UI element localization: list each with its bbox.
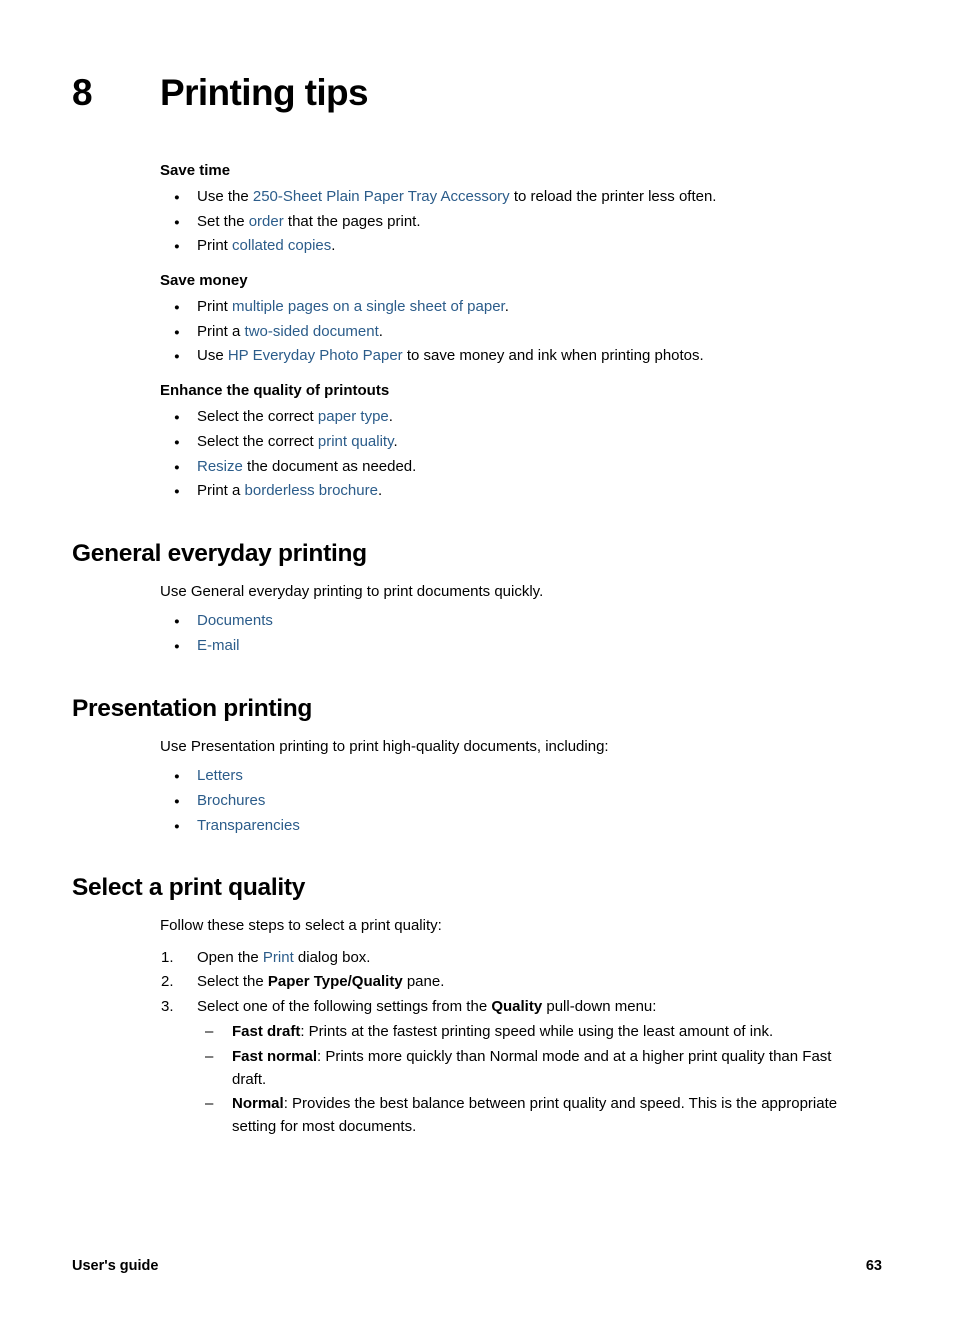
- quality-setting-item: Normal: Provides the best balance betwee…: [0, 1093, 954, 1139]
- step-item: Select one of the following settings fro…: [0, 996, 954, 1019]
- emphasized-term: Paper Type/Quality: [267, 973, 403, 991]
- cross-reference-link[interactable]: E-mail: [197, 637, 240, 654]
- text-fragment: .: [504, 297, 509, 315]
- subheading-save-time: Save time: [160, 162, 231, 179]
- presentation-intro: Use Presentation printing to print high-…: [160, 737, 609, 755]
- list-item: Resize the document as needed.: [0, 456, 954, 479]
- cross-reference-link[interactable]: HP Everyday Photo Paper: [228, 347, 403, 364]
- text-fragment: dialog box.: [293, 948, 371, 966]
- list-item: Print a two-sided document.: [0, 321, 954, 344]
- quality-setting-item: Fast draft: Prints at the fastest printi…: [0, 1021, 954, 1044]
- text-fragment: pull-down menu:: [542, 998, 657, 1016]
- page-footer: User's guide 63: [72, 1258, 882, 1274]
- text-fragment: to reload the printer less often.: [509, 187, 717, 205]
- text-fragment: Print: [197, 297, 233, 315]
- text-fragment: Set the: [197, 212, 249, 230]
- subheading-save-money: Save money: [160, 272, 248, 290]
- text-fragment: to save money and ink when printing phot…: [402, 347, 704, 365]
- text-fragment: Select one of the following settings fro…: [197, 998, 492, 1016]
- quality-setting-description: : Provides the best balance between prin…: [232, 1095, 838, 1136]
- cross-reference-link[interactable]: order: [249, 213, 284, 230]
- text-fragment: .: [388, 408, 393, 426]
- save-money-list: Print multiple pages on a single sheet o…: [0, 296, 954, 369]
- save-time-list: Use the 250-Sheet Plain Paper Tray Acces…: [0, 186, 954, 259]
- cross-reference-link[interactable]: 250-Sheet Plain Paper Tray Accessory: [253, 188, 510, 205]
- text-fragment: that the pages print.: [283, 212, 421, 230]
- text-fragment: Print a: [197, 482, 245, 500]
- emphasized-term: Quality: [491, 998, 543, 1016]
- step-item: Select the Paper Type/Quality pane.: [0, 971, 954, 994]
- section-heading-presentation: Presentation printing: [72, 694, 313, 722]
- chapter-header: 8 Printing tips: [72, 74, 872, 111]
- quality-setting-description: : Prints more quickly than Normal mode a…: [232, 1047, 832, 1088]
- text-fragment: .: [378, 322, 383, 340]
- list-item: Print multiple pages on a single sheet o…: [0, 296, 954, 319]
- text-fragment: .: [377, 482, 383, 500]
- step-item: Open the Print dialog box.: [0, 947, 954, 970]
- list-item: Transparencies: [0, 815, 954, 838]
- cross-reference-link[interactable]: Brochures: [197, 792, 265, 809]
- list-item: Print a borderless brochure.: [0, 480, 954, 503]
- general-everyday-list: Documents E-mail: [0, 610, 954, 658]
- list-item: Documents: [0, 610, 954, 633]
- text-fragment: Open the: [197, 948, 263, 966]
- print-quality-intro: Follow these steps to select a print qua…: [160, 917, 442, 935]
- print-quality-steps: Open the Print dialog box. Select the Pap…: [0, 947, 954, 1019]
- text-fragment: .: [393, 432, 398, 450]
- footer-page-number: 63: [865, 1258, 882, 1274]
- list-item: Brochures: [0, 790, 954, 813]
- text-fragment: Select the: [197, 973, 268, 991]
- enhance-quality-list: Select the correct paper type.Select the…: [0, 406, 954, 503]
- document-page: 8 Printing tips Save time Use the 250-Sh…: [0, 0, 954, 1321]
- page-title: Printing tips: [160, 72, 369, 113]
- cross-reference-link[interactable]: Print: [263, 949, 294, 966]
- cross-reference-link[interactable]: Documents: [197, 612, 273, 629]
- cross-reference-link[interactable]: multiple pages on a single sheet of pape…: [232, 298, 505, 315]
- text-fragment: Select the correct: [197, 408, 318, 426]
- text-fragment: Use: [197, 347, 228, 365]
- section-heading-print-quality: Select a print quality: [72, 874, 306, 902]
- cross-reference-link[interactable]: paper type: [318, 408, 389, 425]
- quality-setting-name: Normal: [232, 1095, 284, 1113]
- list-item: Print collated copies.: [0, 235, 954, 258]
- quality-setting-description: : Prints at the fastest printing speed w…: [300, 1022, 774, 1040]
- list-item: Select the correct paper type.: [0, 406, 954, 429]
- cross-reference-link[interactable]: Transparencies: [197, 817, 300, 834]
- chapter-number: 8: [72, 72, 93, 113]
- text-fragment: Use the: [197, 187, 253, 205]
- cross-reference-link[interactable]: borderless brochure: [245, 482, 378, 499]
- cross-reference-link[interactable]: Resize: [197, 458, 243, 475]
- cross-reference-link[interactable]: Letters: [197, 767, 243, 784]
- footer-document-title: User's guide: [72, 1258, 159, 1274]
- quality-settings-list: Fast draft: Prints at the fastest printi…: [0, 1021, 954, 1139]
- quality-setting-item: Fast normal: Prints more quickly than No…: [0, 1046, 954, 1092]
- subheading-enhance-quality: Enhance the quality of printouts: [160, 382, 390, 400]
- quality-setting-name: Fast draft: [232, 1022, 301, 1040]
- list-item: E-mail: [0, 635, 954, 658]
- text-fragment: pane.: [402, 973, 445, 991]
- cross-reference-link[interactable]: print quality: [318, 433, 394, 450]
- section-heading-general-everyday: General everyday printing: [72, 540, 367, 568]
- general-everyday-intro: Use General everyday printing to print d…: [160, 582, 544, 600]
- quality-setting-name: Fast normal: [232, 1047, 318, 1065]
- text-fragment: Select the correct: [197, 432, 318, 450]
- list-item: Use the 250-Sheet Plain Paper Tray Acces…: [0, 186, 954, 209]
- list-item: Select the correct print quality.: [0, 431, 954, 454]
- text-fragment: Print: [197, 237, 233, 255]
- page-content: Save time Use the 250-Sheet Plain Paper …: [0, 160, 954, 1141]
- text-fragment: the document as needed.: [242, 457, 417, 475]
- presentation-list: Letters Brochures Transparencies: [0, 765, 954, 838]
- cross-reference-link[interactable]: two-sided document: [245, 323, 379, 340]
- text-fragment: .: [331, 237, 336, 255]
- list-item: Set the order that the pages print.: [0, 211, 954, 234]
- list-item: Letters: [0, 765, 954, 788]
- list-item: Use HP Everyday Photo Paper to save mone…: [0, 345, 954, 368]
- cross-reference-link[interactable]: collated copies: [232, 237, 331, 254]
- text-fragment: Print a: [197, 322, 245, 340]
